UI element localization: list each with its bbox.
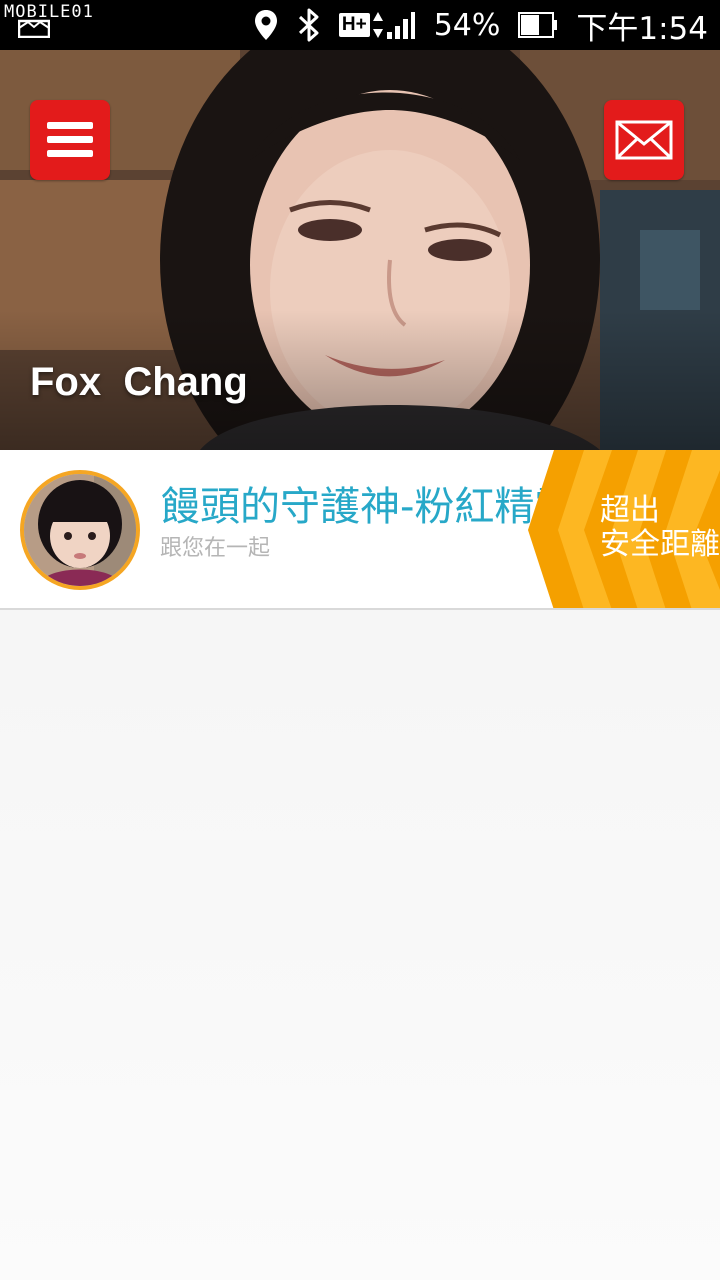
envelope-icon [615,120,673,160]
clock: 下午1:54 [576,10,708,47]
messages-button[interactable] [604,100,684,180]
status-icons: H+ 54% 下午1:54 [253,0,708,50]
network-label: H+ [338,13,370,37]
child-photo [24,474,136,586]
status-bar: MOBILE01 H+ 54% 下午1:54 [0,0,720,50]
profile-header: Fox Chang [0,50,720,450]
child-card[interactable]: 饅頭的守護神-粉紅精靈 跟您在一起 超出 安全距離 [0,450,720,610]
bluetooth-icon [298,8,319,42]
child-status: 跟您在一起 [160,536,271,561]
location-icon [254,10,277,40]
child-avatar[interactable] [20,470,140,590]
battery-percent: 54% [433,7,501,43]
image-notification-icon [18,19,50,38]
hplus-network-icon: H+ [338,10,416,40]
alert-line-2: 安全距離 [600,527,720,562]
hamburger-menu-icon [47,122,93,157]
battery-icon [518,12,558,38]
user-name: Fox Chang [30,360,248,404]
data-arrows-icon [372,12,383,38]
child-name: 饅頭的守護神-粉紅精靈 [160,484,575,530]
alert-line-1: 超出 [600,493,660,528]
signal-icon [386,12,415,39]
app-screen: MOBILE01 H+ 54% 下午1:54 Fox Chang 饅頭的守護神-… [0,0,720,1280]
menu-button[interactable] [30,100,110,180]
alert-text: 超出 安全距離 [600,494,720,562]
